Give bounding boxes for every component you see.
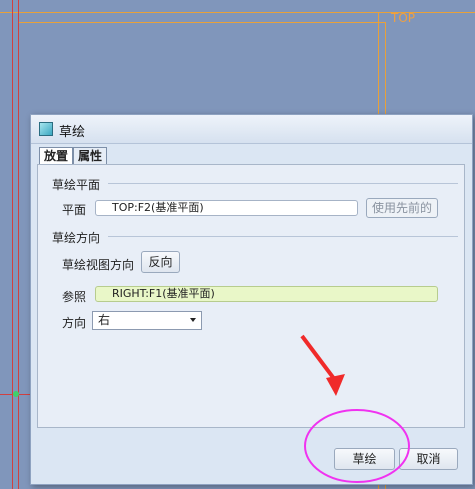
chevron-down-icon [190, 318, 196, 322]
section-divider [108, 236, 458, 237]
tab-properties[interactable]: 属性 [73, 147, 108, 165]
sketch-button[interactable]: 草绘 [334, 448, 395, 470]
placement-panel: 草绘平面 平面 TOP:F2(基准平面) 使用先前的 草绘方向 草绘视图方向 反… [37, 164, 465, 428]
cancel-button[interactable]: 取消 [399, 448, 458, 470]
reference-label: 参照 [62, 290, 87, 304]
direction-value: 右 [98, 313, 111, 327]
direction-label: 方向 [62, 316, 87, 330]
sketch-orientation-section-title: 草绘方向 [52, 231, 101, 245]
dialog-tabs: 放置 属性 [39, 147, 108, 166]
sketch-dialog: 草绘 放置 属性 草绘平面 平面 TOP:F2(基准平面) 使用先前的 草绘方向… [30, 114, 473, 485]
datum-plane-inner-top [18, 22, 385, 23]
section-divider [108, 183, 458, 184]
sketch-plane-section-title: 草绘平面 [52, 178, 101, 192]
use-previous-button[interactable]: 使用先前的 [366, 198, 438, 218]
datum-line-left-b [18, 0, 19, 489]
sketch-icon [39, 122, 53, 136]
reference-field[interactable]: RIGHT:F1(基准平面) [95, 286, 438, 302]
datum-line-left-a [12, 0, 13, 489]
dialog-titlebar[interactable]: 草绘 [31, 115, 472, 144]
view-direction-label: 草绘视图方向 [62, 258, 135, 272]
plane-field[interactable]: TOP:F2(基准平面) [95, 200, 358, 216]
coordinate-marker [13, 391, 19, 397]
plane-label: 平面 [62, 203, 87, 217]
direction-select[interactable]: 右 [92, 311, 202, 330]
dialog-title: 草绘 [59, 125, 86, 140]
plane-label-top: TOP [391, 11, 416, 25]
flip-button[interactable]: 反向 [141, 251, 180, 273]
